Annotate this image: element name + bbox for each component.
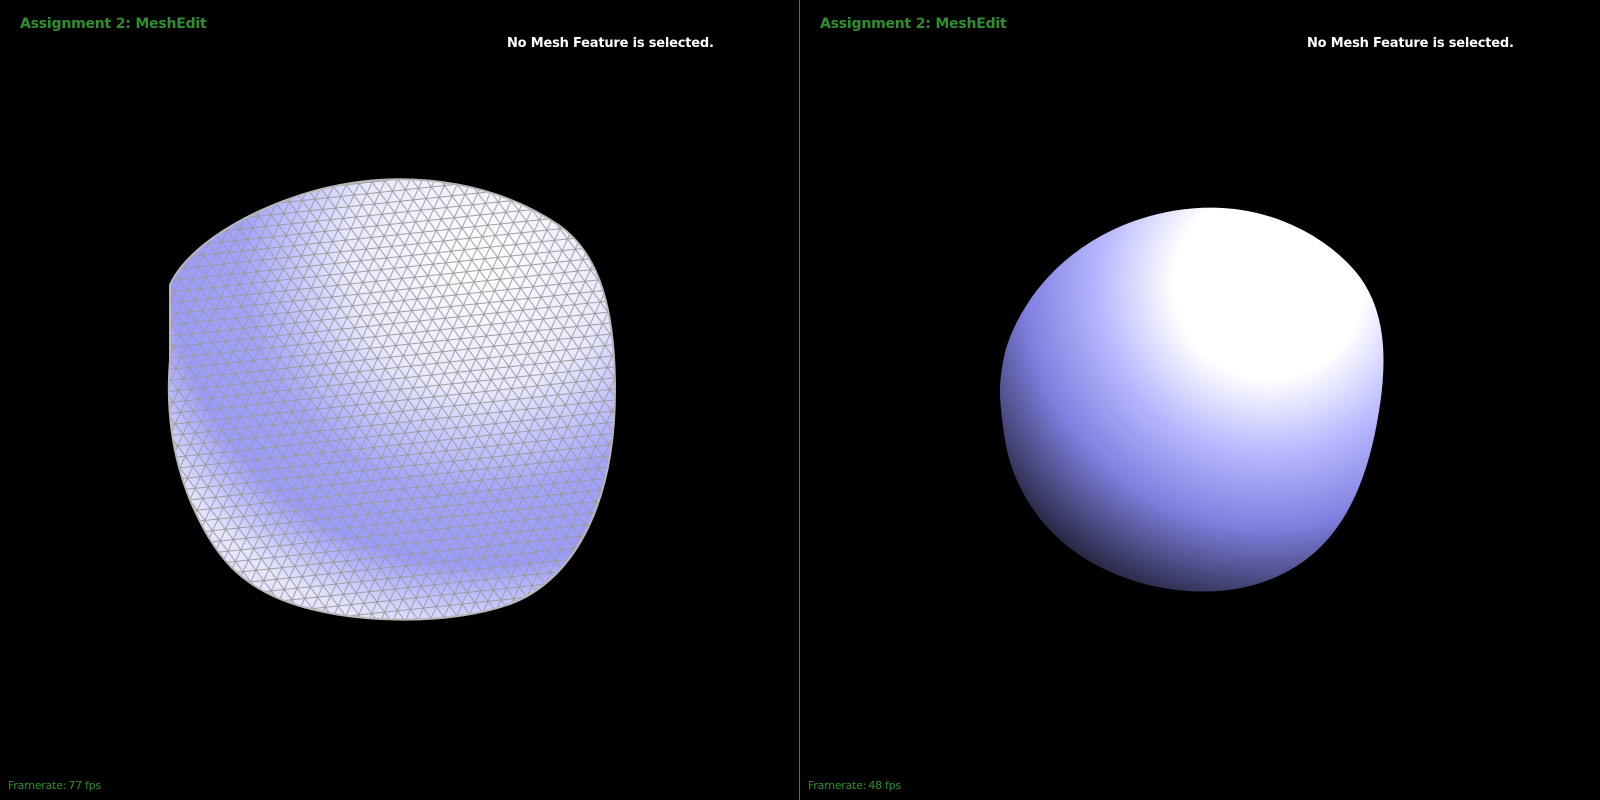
- framerate-readout: Framerate: 77 fps: [8, 779, 101, 792]
- viewport-right[interactable]: Assignment 2: MeshEdit No Mesh Feature i…: [800, 0, 1600, 800]
- mesh-render-right[interactable]: [800, 0, 1600, 800]
- app-title: Assignment 2: MeshEdit: [20, 16, 207, 32]
- selection-status: No Mesh Feature is selected.: [507, 36, 714, 51]
- viewport-left[interactable]: Assignment 2: MeshEdit No Mesh Feature i…: [0, 0, 800, 800]
- selection-status: No Mesh Feature is selected.: [1307, 36, 1514, 51]
- framerate-label: Framerate:: [808, 779, 867, 792]
- app-title: Assignment 2: MeshEdit: [820, 16, 1007, 32]
- framerate-value: 77: [68, 779, 82, 792]
- framerate-readout: Framerate: 48 fps: [808, 779, 901, 792]
- framerate-value: 48: [868, 779, 882, 792]
- framerate-unit: fps: [884, 779, 901, 792]
- mesh-render-left[interactable]: [0, 0, 799, 800]
- meshedit-app-window: Assignment 2: MeshEdit No Mesh Feature i…: [0, 0, 1600, 800]
- framerate-unit: fps: [84, 779, 101, 792]
- framerate-label: Framerate:: [8, 779, 67, 792]
